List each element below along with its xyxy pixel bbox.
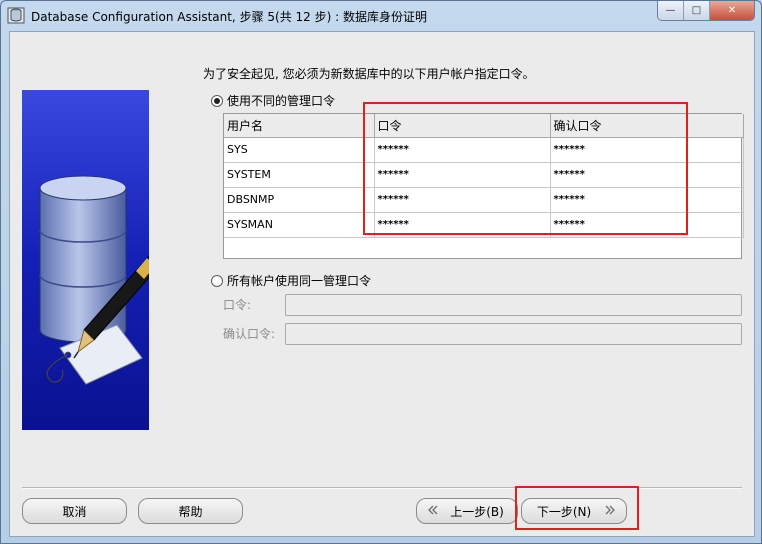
help-button-label: 帮助 <box>178 504 203 519</box>
minimize-icon: — <box>665 5 676 16</box>
window-title: Database Configuration Assistant, 步骤 5(共… <box>31 10 427 24</box>
close-icon: ✕ <box>727 5 737 16</box>
shared-confirm-label: 确认口令: <box>223 327 276 341</box>
option-different-passwords[interactable]: 使用不同的管理口令 <box>211 92 335 109</box>
chevron-left-double-icon <box>427 504 439 519</box>
option-same-label: 所有帐户使用同一管理口令 <box>227 274 372 288</box>
radio-different-passwords[interactable] <box>211 94 223 107</box>
database-icon <box>7 7 25 24</box>
maximize-icon: □ <box>691 5 702 16</box>
shared-confirm-input[interactable] <box>285 323 742 345</box>
option-different-label: 使用不同的管理口令 <box>227 94 336 108</box>
title-bar[interactable]: Database Configuration Assistant, 步骤 5(共… <box>1 1 761 30</box>
username-cell: DBSNMP <box>224 187 375 213</box>
username-cell: SYS <box>224 137 375 163</box>
highlight-password-columns <box>363 102 688 235</box>
highlight-next-button <box>515 486 639 530</box>
option-same-password[interactable]: 所有帐户使用同一管理口令 <box>211 272 371 289</box>
database-pen-illustration <box>22 90 149 430</box>
maximize-button[interactable]: □ <box>684 1 710 20</box>
column-header-username: 用户名 <box>224 114 375 138</box>
dialog-body: 为了安全起见, 您必须为新数据库中的以下用户帐户指定口令。 使用不同的管理口令 … <box>9 31 755 537</box>
radio-same-password[interactable] <box>211 274 223 287</box>
dbca-window: Database Configuration Assistant, 步骤 5(共… <box>0 0 762 544</box>
username-cell: SYSMAN <box>224 212 375 238</box>
shared-password-label: 口令: <box>223 298 252 312</box>
cancel-button[interactable]: 取消 <box>22 498 127 524</box>
instruction-text: 为了安全起见, 您必须为新数据库中的以下用户帐户指定口令。 <box>203 67 535 81</box>
back-button-label: 上一步(B) <box>450 504 504 519</box>
help-button[interactable]: 帮助 <box>138 498 243 524</box>
back-button[interactable]: 上一步(B) <box>416 498 518 524</box>
username-cell: SYSTEM <box>224 162 375 188</box>
shared-password-input[interactable] <box>285 294 742 316</box>
close-button[interactable]: ✕ <box>710 1 754 20</box>
minimize-button[interactable]: — <box>658 1 684 20</box>
caption-buttons: — □ ✕ <box>657 1 755 21</box>
cancel-button-label: 取消 <box>62 504 87 519</box>
